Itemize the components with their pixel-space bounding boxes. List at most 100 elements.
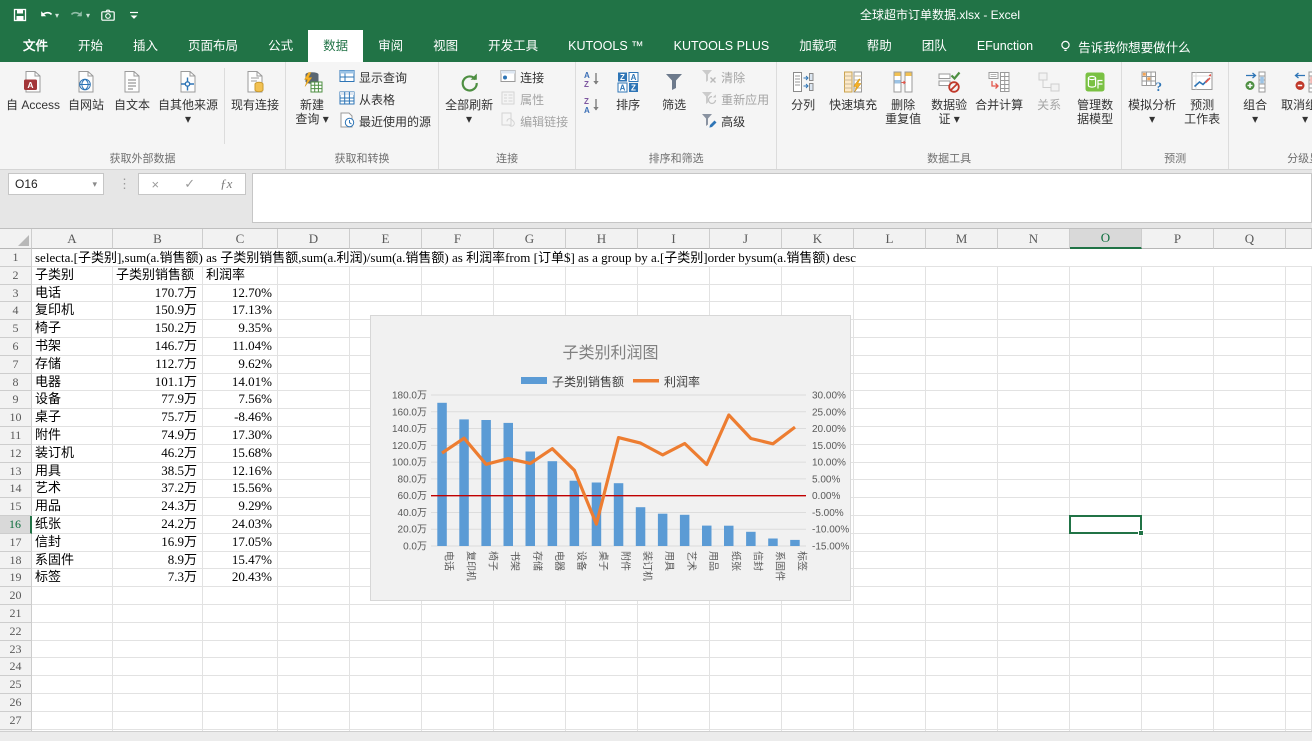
cell-H26[interactable] <box>566 693 638 712</box>
cell-M25[interactable] <box>926 676 998 694</box>
cell-D20[interactable] <box>278 587 350 605</box>
cell-M27[interactable] <box>926 711 998 730</box>
row-header-7[interactable]: 7 <box>0 355 32 374</box>
cell-L20[interactable] <box>854 587 926 605</box>
cell-Q16[interactable] <box>1214 515 1286 534</box>
cell-N23[interactable] <box>998 640 1070 659</box>
bar-存储[interactable] <box>525 451 536 547</box>
ribbon-button-ungroup[interactable]: 取消组合 ▾ <box>1278 64 1312 127</box>
bar-用品[interactable] <box>702 525 712 546</box>
undo-icon[interactable]: ▾ <box>36 4 61 26</box>
tab-开发工具[interactable]: 开发工具 <box>473 30 553 62</box>
customize-qat-icon[interactable] <box>124 4 144 26</box>
cell-A26[interactable] <box>32 693 113 712</box>
enter-button[interactable]: ✓ <box>184 176 195 192</box>
cell-N2[interactable] <box>998 266 1070 285</box>
cell-L5[interactable] <box>854 320 926 338</box>
cell-N10[interactable] <box>998 409 1070 427</box>
ribbon-button-refresh-all[interactable]: 全部刷新 ▾ <box>442 64 496 127</box>
bar-用具[interactable] <box>657 513 668 546</box>
row-header-13[interactable]: 13 <box>0 462 32 481</box>
cell-C4[interactable]: 17.13% <box>203 302 278 321</box>
tab-审阅[interactable]: 审阅 <box>363 30 418 62</box>
tell-me-box[interactable]: 告诉我你想要做什么 <box>1048 30 1201 62</box>
cell-C5[interactable]: 9.35% <box>203 320 278 338</box>
cell-P11[interactable] <box>1142 426 1214 445</box>
cell-N8[interactable] <box>998 373 1070 392</box>
cell-L16[interactable] <box>854 515 926 534</box>
cell-J24[interactable] <box>710 658 782 677</box>
cell-D19[interactable] <box>278 569 350 588</box>
cell-P21[interactable] <box>1142 604 1214 623</box>
cell-J27[interactable] <box>710 711 782 730</box>
cell-A23[interactable] <box>32 640 113 659</box>
ribbon-button-text-to-columns[interactable]: 分列 <box>780 64 826 113</box>
cell-L21[interactable] <box>854 604 926 623</box>
tab-文件[interactable]: 文件 <box>8 30 64 62</box>
row-header-14[interactable]: 14 <box>0 480 32 499</box>
ribbon-button-sort-desc[interactable]: ZA <box>580 93 604 117</box>
cell-L25[interactable] <box>854 676 926 694</box>
cell-H3[interactable] <box>566 284 638 303</box>
bar-艺术[interactable] <box>679 514 690 546</box>
col-header-G[interactable]: G <box>494 229 566 249</box>
cell-Q25[interactable] <box>1214 676 1286 694</box>
cell-B23[interactable] <box>113 640 203 659</box>
cell-I24[interactable] <box>638 658 710 677</box>
cell-C2[interactable]: 利润率 <box>203 266 278 285</box>
cell-M20[interactable] <box>926 587 998 605</box>
cell-B3[interactable]: 170.7万 <box>113 284 203 303</box>
cell-Q13[interactable] <box>1214 462 1286 481</box>
cell-B27[interactable] <box>113 711 203 730</box>
cell-H25[interactable] <box>566 676 638 694</box>
cell-Q20[interactable] <box>1214 587 1286 605</box>
cell-J21[interactable] <box>710 604 782 623</box>
cell-A19[interactable]: 标签 <box>32 569 113 588</box>
cell-D12[interactable] <box>278 444 350 463</box>
cell-B15[interactable]: 24.3万 <box>113 498 203 516</box>
cell-C7[interactable]: 9.62% <box>203 355 278 374</box>
cell-N22[interactable] <box>998 622 1070 641</box>
row-header-26[interactable]: 26 <box>0 693 32 712</box>
col-header-K[interactable]: K <box>782 229 854 249</box>
cell-C24[interactable] <box>203 658 278 677</box>
col-header-C[interactable]: C <box>203 229 278 249</box>
col-header-D[interactable]: D <box>278 229 350 249</box>
cell-O7[interactable] <box>1070 355 1142 374</box>
insert-function-button[interactable]: ƒx <box>220 176 232 192</box>
cell-F23[interactable] <box>422 640 494 659</box>
bar-系固件[interactable] <box>768 538 778 547</box>
cell-G3[interactable] <box>494 284 566 303</box>
cell-K21[interactable] <box>782 604 854 623</box>
cell-E2[interactable] <box>350 266 422 285</box>
cell-E21[interactable] <box>350 604 422 623</box>
row-header-11[interactable]: 11 <box>0 426 32 445</box>
cell-F2[interactable] <box>422 266 494 285</box>
cell-G21[interactable] <box>494 604 566 623</box>
cell-B19[interactable]: 7.3万 <box>113 569 203 588</box>
cell-G25[interactable] <box>494 676 566 694</box>
cell-N16[interactable] <box>998 515 1070 534</box>
cell-K25[interactable] <box>782 676 854 694</box>
row-header-25[interactable]: 25 <box>0 676 32 694</box>
cell-N25[interactable] <box>998 676 1070 694</box>
cell-B9[interactable]: 77.9万 <box>113 391 203 410</box>
cell-A24[interactable] <box>32 658 113 677</box>
cell-O20[interactable] <box>1070 587 1142 605</box>
bar-电器[interactable] <box>547 461 558 546</box>
cell-A4[interactable]: 复印机 <box>32 302 113 321</box>
cell-D10[interactable] <box>278 409 350 427</box>
row-header-12[interactable]: 12 <box>0 444 32 463</box>
tab-开始[interactable]: 开始 <box>63 30 118 62</box>
cell-P14[interactable] <box>1142 480 1214 499</box>
cell-H2[interactable] <box>566 266 638 285</box>
cell-K24[interactable] <box>782 658 854 677</box>
cell-D14[interactable] <box>278 480 350 499</box>
cell-F3[interactable] <box>422 284 494 303</box>
cell-N20[interactable] <box>998 587 1070 605</box>
cell-N9[interactable] <box>998 391 1070 410</box>
row-header-24[interactable]: 24 <box>0 658 32 677</box>
row-header-15[interactable]: 15 <box>0 498 32 516</box>
ribbon-button-remove-duplicates[interactable]: 删除 重复值 <box>880 64 926 127</box>
col-header-B[interactable]: B <box>113 229 203 249</box>
